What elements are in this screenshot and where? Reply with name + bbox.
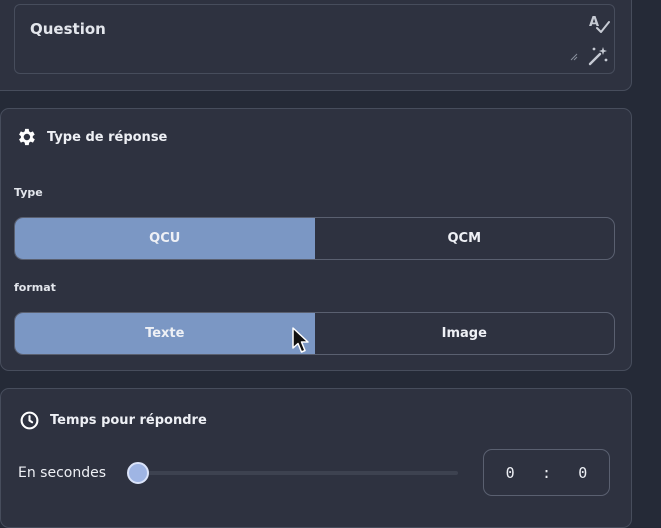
format-option-image[interactable]: Image (315, 313, 615, 354)
mouse-cursor-icon (292, 327, 309, 353)
type-option-qcm[interactable]: QCM (315, 218, 615, 259)
minutes-value: 0 (505, 463, 515, 482)
format-option-texte[interactable]: Texte (15, 313, 315, 354)
seconds-label: En secondes (18, 465, 107, 481)
question-placeholder: Question (30, 20, 106, 38)
type-option-qcu[interactable]: QCU (15, 218, 315, 259)
question-textarea[interactable]: Question A (14, 4, 615, 74)
time-separator: : (541, 463, 551, 482)
response-time-header: Temps pour répondre (19, 410, 207, 431)
magic-wand-icon[interactable] (587, 45, 609, 67)
type-label: Type (14, 186, 43, 199)
clock-icon (20, 411, 39, 430)
format-label: format (14, 281, 56, 294)
gear-icon (19, 128, 35, 146)
seconds-slider-track[interactable] (138, 471, 458, 475)
seconds-slider-thumb[interactable] (127, 462, 149, 484)
resize-handle-icon[interactable] (570, 53, 578, 61)
time-display[interactable]: 0 : 0 (483, 449, 610, 496)
seconds-value: 0 (578, 463, 588, 482)
format-toggle: Texte Image (14, 312, 615, 355)
response-time-title: Temps pour répondre (50, 413, 207, 428)
spellcheck-icon[interactable]: A (588, 13, 610, 35)
type-toggle: QCU QCM (14, 217, 615, 260)
response-type-title: Type de réponse (47, 129, 168, 145)
response-type-header: Type de réponse (15, 126, 167, 148)
